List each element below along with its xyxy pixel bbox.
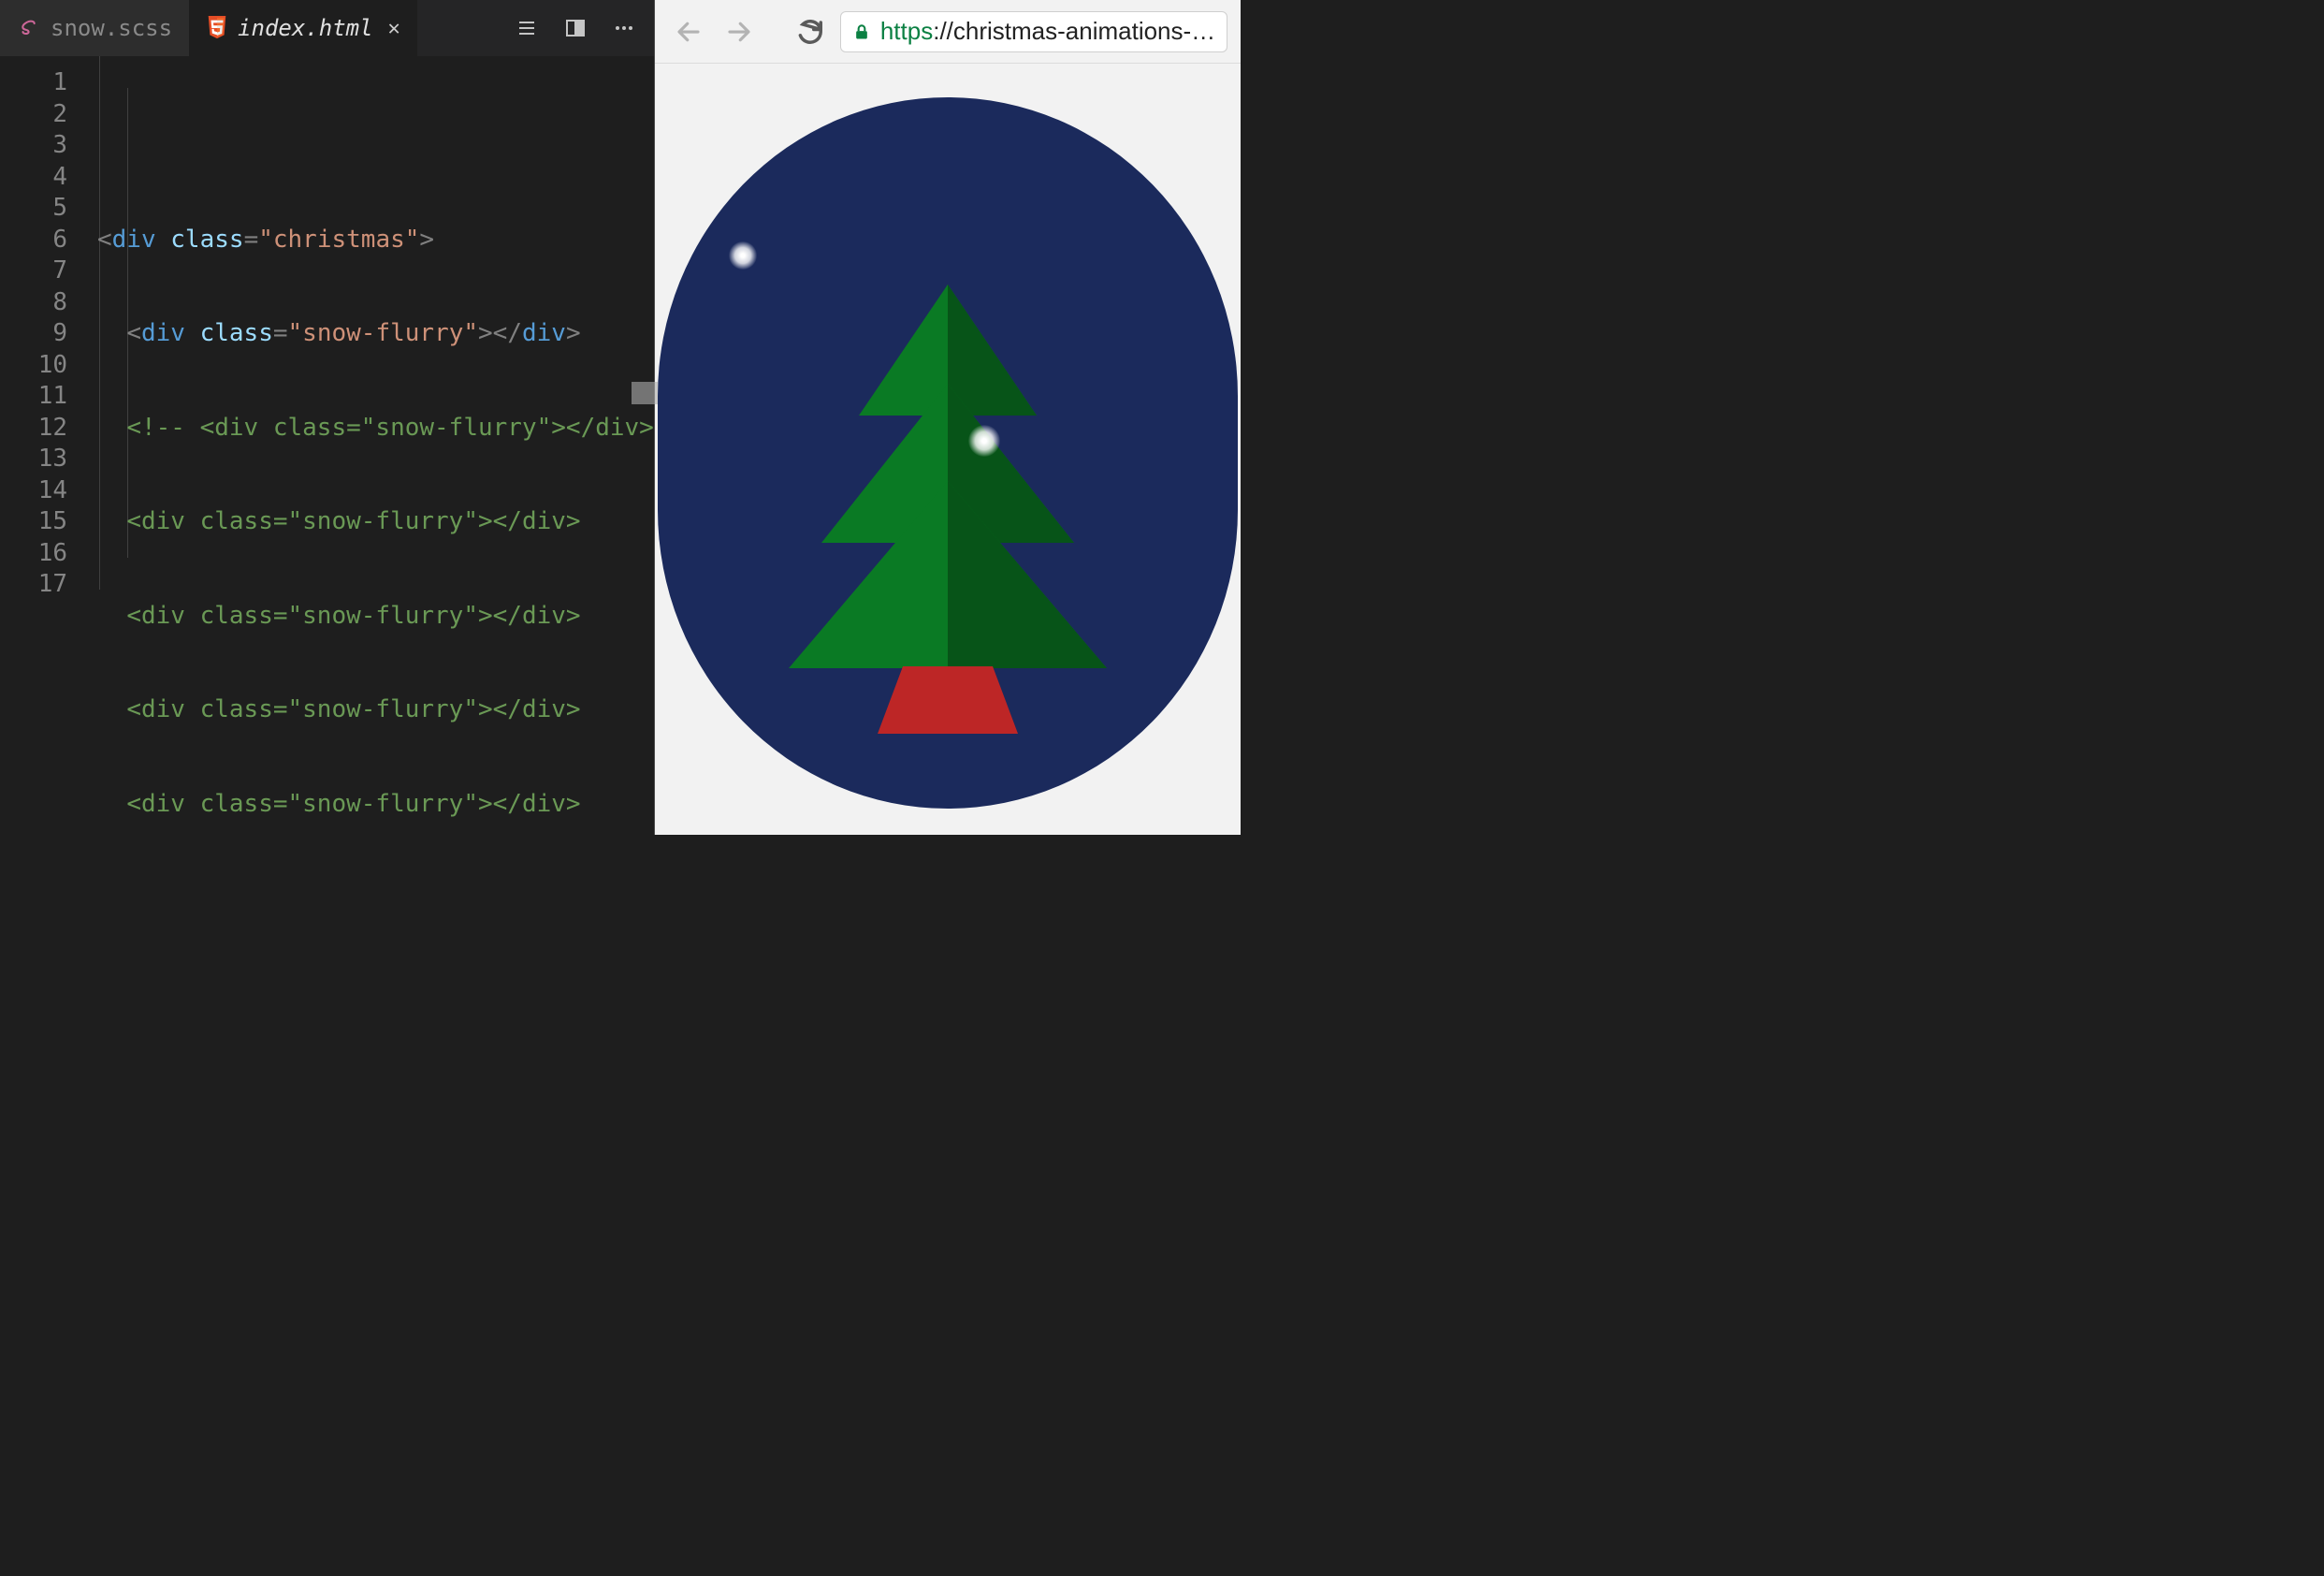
html5-icon: [206, 16, 228, 40]
forward-button[interactable]: [719, 11, 760, 52]
tab-index-html[interactable]: index.html ✕: [189, 0, 417, 56]
snow-flurry: [729, 241, 757, 270]
line-number: 4: [0, 162, 67, 194]
line-number: 13: [0, 444, 67, 475]
line-number: 7: [0, 255, 67, 287]
snow-flurry: [968, 425, 1000, 457]
tab-snow-scss[interactable]: snow.scss: [0, 0, 189, 56]
browser-toolbar: https://christmas-animations-…: [655, 0, 1241, 64]
more-icon[interactable]: [613, 17, 635, 39]
code-area[interactable]: <div class="christmas"> <div class="snow…: [86, 56, 654, 835]
christmas-scene: [658, 97, 1238, 809]
line-number: 10: [0, 350, 67, 382]
line-number: 6: [0, 225, 67, 256]
editor-actions: [516, 0, 654, 56]
line-number: 11: [0, 381, 67, 413]
line-number-gutter: 1 2 3 4 5 6 7 8 9 10 11 12 13 14 15 16 1…: [0, 56, 86, 835]
reload-button[interactable]: [790, 11, 831, 52]
line-number: 5: [0, 193, 67, 225]
split-editor-icon[interactable]: [564, 17, 587, 39]
address-bar[interactable]: https://christmas-animations-…: [840, 11, 1227, 52]
line-number: 16: [0, 538, 67, 570]
url-text: https://christmas-animations-…: [880, 17, 1215, 46]
night-sky-circle: [658, 97, 1238, 809]
editor-pane: snow.scss index.html ✕ 1 2 3 4: [0, 0, 654, 835]
trunk: [878, 666, 1018, 734]
close-icon[interactable]: ✕: [388, 17, 400, 40]
browser-pane: https://christmas-animations-…: [654, 0, 1241, 835]
back-button[interactable]: [668, 11, 709, 52]
line-number: 1: [0, 67, 67, 99]
line-number: 12: [0, 413, 67, 445]
line-number: 15: [0, 506, 67, 538]
editor-body: 1 2 3 4 5 6 7 8 9 10 11 12 13 14 15 16 1…: [0, 56, 654, 835]
tab-label: snow.scss: [51, 15, 172, 41]
line-number: 14: [0, 475, 67, 507]
line-number: 3: [0, 130, 67, 162]
line-number: 17: [0, 569, 67, 601]
sass-icon: [17, 16, 41, 40]
list-icon[interactable]: [516, 17, 538, 39]
leaves-bottom: [789, 481, 1107, 668]
lock-icon: [852, 22, 871, 42]
tree: [789, 285, 1107, 734]
line-number: 9: [0, 318, 67, 350]
tab-bar: snow.scss index.html ✕: [0, 0, 654, 56]
line-number: 8: [0, 287, 67, 319]
line-number: 2: [0, 99, 67, 131]
browser-viewport: [655, 64, 1241, 835]
tab-label: index.html: [238, 15, 373, 41]
minimap-slider[interactable]: [632, 382, 658, 404]
